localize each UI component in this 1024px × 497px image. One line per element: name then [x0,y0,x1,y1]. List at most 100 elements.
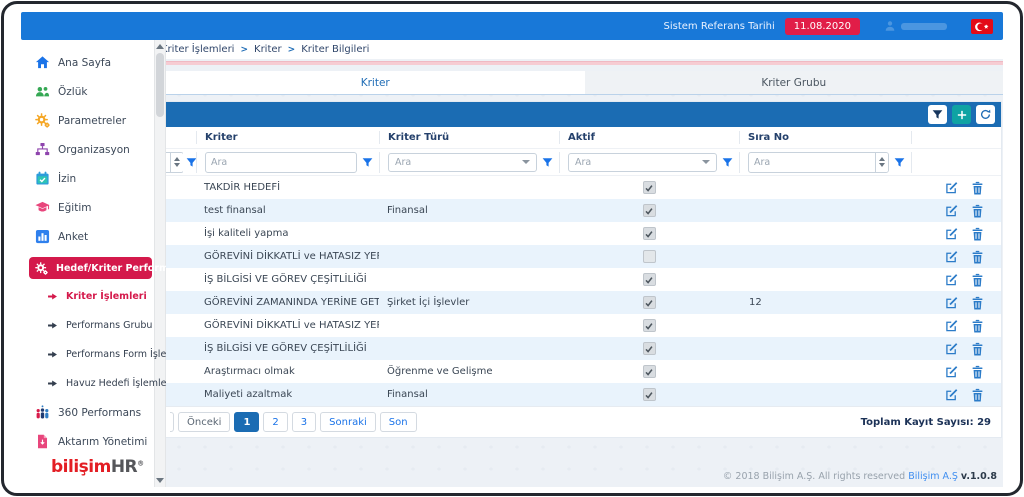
scroll-up-icon[interactable] [156,44,164,49]
sidebar-item-hedef-kriter-performans[interactable]: Hedef/Kriter Performans [29,257,152,279]
tab-kriter[interactable]: Kriter [166,71,585,94]
sidebar-item-egitim[interactable]: Eğitim [35,199,154,216]
first-page-button[interactable] [170,412,174,432]
column-header-aktif[interactable]: Aktif [559,131,739,144]
page-button-1[interactable]: 1 [234,412,259,432]
delete-button[interactable] [971,365,984,379]
aktif-filter-select[interactable]: Ara [568,153,717,172]
cell-kriter: test finansal [196,199,379,222]
table-row[interactable]: GÖREVİNİ DİKKATLİ ve HATASIZ YERİNE GETİ… [166,314,1001,337]
column-header-kriter[interactable]: Kriter [196,131,379,144]
aktif-checkbox[interactable] [643,273,656,286]
delete-button[interactable] [971,273,984,287]
last-page-button[interactable]: Son [380,412,417,432]
funnel-icon[interactable] [362,157,373,168]
edit-button[interactable] [945,296,958,310]
edit-button[interactable] [945,342,958,356]
delete-button[interactable] [971,227,984,241]
sidebar-item-label: Havuz Hedefi İşlemleri [66,378,173,389]
sidebar-item-performans-grubu[interactable]: Performans Grubu [47,317,154,334]
sidebar-item-parametreler[interactable]: Parametreler [35,112,154,129]
delete-button[interactable] [971,204,984,218]
add-button[interactable] [952,105,971,124]
edit-button[interactable] [945,319,958,333]
sidebar-item-organizasyon[interactable]: Organizasyon [35,141,154,158]
sidebar-item-kriter-islemleri[interactable]: Kriter İşlemleri [47,288,154,305]
page-button-3[interactable]: 3 [292,412,316,432]
breadcrumb-item[interactable]: Kriter Bilgileri [301,44,369,55]
breadcrumb-item[interactable]: Kriter [254,44,282,55]
delete-button[interactable] [971,181,984,195]
kriter-filter-input[interactable] [206,155,356,170]
next-page-button[interactable]: Sonraki [320,412,376,432]
spinner-icon[interactable] [170,153,183,172]
sira-no-filter-input[interactable] [749,155,875,170]
scroll-down-icon[interactable] [156,478,164,483]
delete-button[interactable] [971,388,984,402]
aktif-checkbox[interactable] [643,296,656,309]
user-area[interactable] [884,20,947,32]
company-link[interactable]: Bilişim A.Ş [908,471,958,482]
aktif-checkbox[interactable] [643,227,656,240]
cell-sira-no [739,176,911,199]
delete-button[interactable] [971,296,984,310]
chevron-down-icon [702,160,710,164]
scrollbar-thumb[interactable] [156,53,164,117]
total-records-label: Toplam Kayıt Sayısı: [861,417,974,428]
sidebar-item-ana-sayfa[interactable]: Ana Sayfa [35,54,154,71]
sidebar-item-ozluk[interactable]: Özlük [35,83,154,100]
edit-button[interactable] [945,227,958,241]
cell-sira-no [739,245,911,268]
refresh-button[interactable] [976,105,995,124]
edit-button[interactable] [945,181,958,195]
funnel-icon[interactable] [722,157,733,168]
breadcrumb-item[interactable]: Kriter İşlemleri [166,44,234,55]
delete-button[interactable] [971,319,984,333]
table-row[interactable]: Araştırmacı olmakÖğrenme ve Gelişme [166,360,1001,383]
column-header-kriter-turu[interactable]: Kriter Türü [379,131,559,144]
table-row[interactable]: İŞ BİLGİSİ VE GÖREV ÇEŞİTLİLİĞİ [166,337,1001,360]
table-row[interactable]: test finansalFinansal [166,199,1001,222]
column-header-sira-no[interactable]: Sıra No [739,131,911,144]
edit-button[interactable] [945,273,958,287]
aktif-checkbox[interactable] [643,342,656,355]
edit-button[interactable] [945,365,958,379]
sidebar-item-havuz-hedefi-islemleri[interactable]: Havuz Hedefi İşlemleri [47,375,154,392]
funnel-icon[interactable] [542,157,553,168]
sidebar-item-performans-form-islemleri[interactable]: Performans Form İşlemleri [47,346,154,363]
table-row[interactable]: TAKDİR HEDEFİ [166,176,1001,199]
system-reference-date[interactable]: 11.08.2020 [785,18,860,35]
kriter-turu-filter-select[interactable]: Ara [388,153,537,172]
table-row[interactable]: İşi kaliteli yapma [166,222,1001,245]
delete-button[interactable] [971,250,984,264]
sidebar-item-aktarim-yonetimi[interactable]: Aktarım Yönetimi [35,433,154,450]
sidebar-item-anket[interactable]: Anket [35,228,154,245]
main-layout: Ana Sayfa Özlük Parametreler Organizasyon İz… [21,40,1003,487]
filter-cell-id [166,152,196,173]
funnel-icon[interactable] [894,157,905,168]
edit-button[interactable] [945,388,958,402]
aktif-checkbox[interactable] [643,388,656,401]
cell-kriter-turu [379,337,559,360]
spinner-icon[interactable] [875,153,888,172]
aktif-checkbox[interactable] [643,319,656,332]
aktif-checkbox[interactable] [643,365,656,378]
aktif-checkbox[interactable] [643,250,656,263]
aktif-checkbox[interactable] [643,181,656,194]
table-row[interactable]: GÖREVİNİ DİKKATLİ ve HATASIZ YERİNE GETİ… [166,245,1001,268]
table-row[interactable]: İŞ BİLGİSİ VE GÖREV ÇEŞİTLİLİĞİ [166,268,1001,291]
table-row[interactable]: GÖREVİNİ ZAMANINDA YERİNE GETİRMEŞirket … [166,291,1001,314]
prev-page-button[interactable]: Önceki [178,412,230,432]
filter-button[interactable] [928,105,947,124]
sidebar-item-izin[interactable]: İzin [35,170,154,187]
aktif-checkbox[interactable] [643,204,656,217]
edit-button[interactable] [945,250,958,264]
edit-button[interactable] [945,204,958,218]
sidebar-item-360-performans[interactable]: 360 Performans [35,404,154,421]
page-button-2[interactable]: 2 [263,412,287,432]
tab-kriter-grubu[interactable]: Kriter Grubu [585,71,1004,94]
gears-icon [35,113,50,128]
turkish-flag-icon[interactable] [971,19,993,34]
table-row[interactable]: Maliyeti azaltmakFinansal [166,383,1001,406]
delete-button[interactable] [971,342,984,356]
